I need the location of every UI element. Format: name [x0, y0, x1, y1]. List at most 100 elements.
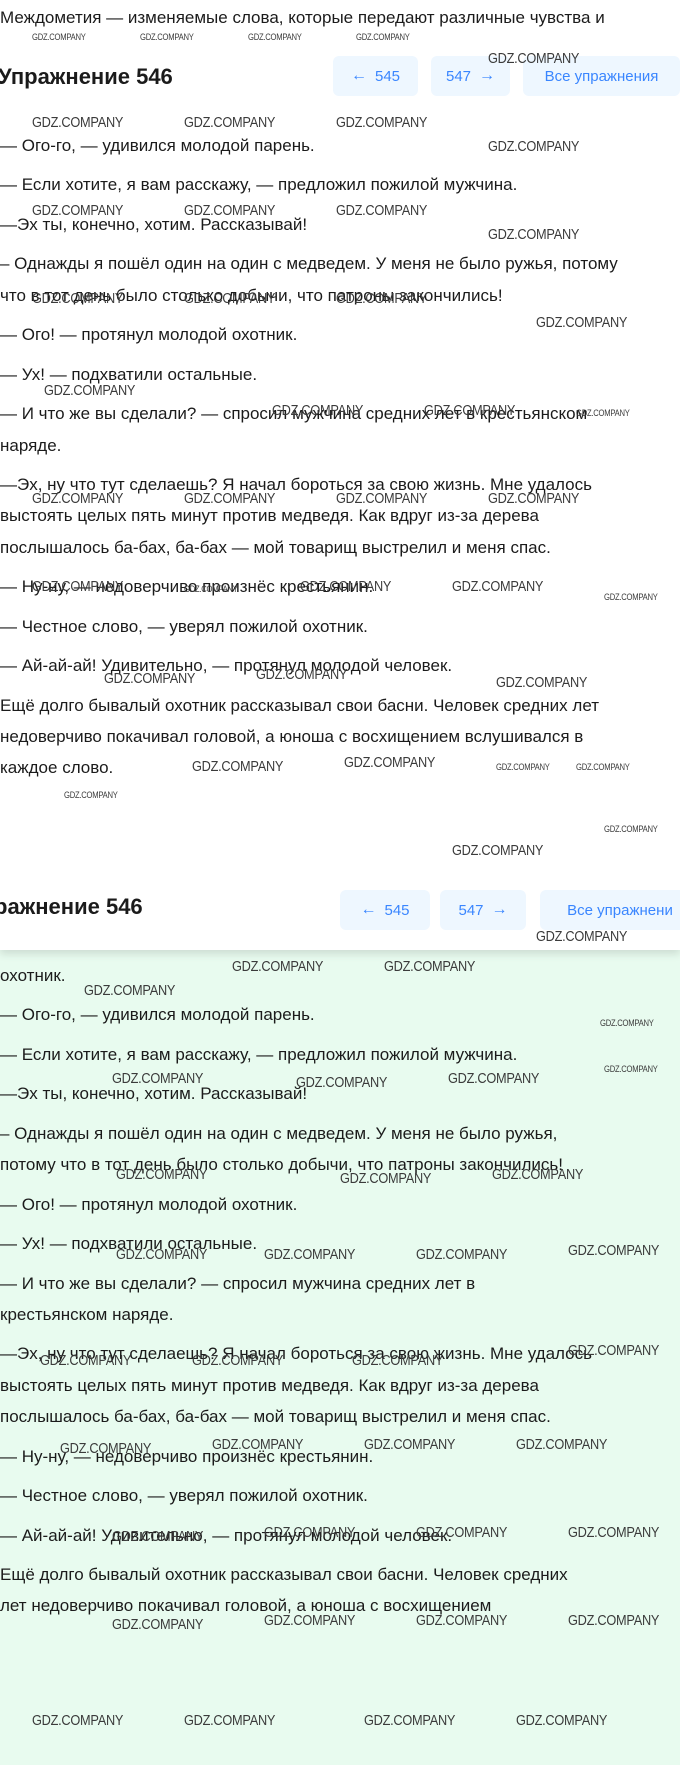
watermark: GDZ.COMPANY: [492, 1166, 584, 1183]
watermark: GDZ.COMPANY: [536, 314, 628, 331]
watermark: GDZ.COMPANY: [184, 114, 276, 131]
watermark: GDZ.COMPANY: [568, 1524, 660, 1541]
page-title: ражнение 546: [0, 894, 143, 919]
watermark: GDZ.COMPANY: [336, 490, 428, 507]
next-exercise-button[interactable]: 547 →: [440, 890, 526, 930]
watermark: GDZ.COMPANY: [488, 490, 580, 507]
watermark: GDZ.COMPANY: [184, 202, 276, 219]
watermark: GDZ.COMPANY: [336, 202, 428, 219]
text-line: — Честное слово, — уверял пожилой охотни…: [0, 616, 368, 636]
watermark: GDZ.COMPANY: [488, 50, 580, 67]
watermark: GDZ.COMPANY: [340, 1170, 432, 1187]
prev-exercise-button[interactable]: ← 545: [333, 56, 418, 96]
watermark: GDZ.COMPANY: [60, 1440, 152, 1457]
watermark: GDZ.COMPANY: [112, 1070, 204, 1087]
watermark: GDZ.COMPANY: [336, 290, 428, 307]
next-exercise-label: 547: [458, 901, 484, 919]
watermark: GDZ.COMPANY: [536, 928, 628, 945]
watermark: GDZ.COMPANY: [32, 202, 124, 219]
watermark: GDZ.COMPANY: [452, 842, 544, 859]
watermark: GDZ.COMPANY: [384, 958, 476, 975]
watermark: GDZ.COMPANY: [604, 824, 658, 834]
watermark: GDZ.COMPANY: [116, 1166, 208, 1183]
top-fragment: Междометия — изменяемые слова, которые п…: [0, 0, 680, 880]
watermark: GDZ.COMPANY: [336, 114, 428, 131]
watermark: GDZ.COMPANY: [64, 790, 118, 800]
prev-exercise-button[interactable]: ← 545: [340, 890, 430, 930]
watermark: GDZ.COMPANY: [344, 754, 436, 771]
watermark: GDZ.COMPANY: [300, 578, 392, 595]
watermark: GDZ.COMPANY: [296, 1074, 388, 1091]
all-exercises-label: Все упражнения: [544, 67, 659, 85]
watermark: GDZ.COMPANY: [264, 1524, 356, 1541]
watermark: GDZ.COMPANY: [416, 1246, 508, 1263]
all-exercises-button[interactable]: Все упражнени: [540, 890, 680, 930]
watermark: GDZ.COMPANY: [104, 670, 196, 687]
text-line: — Если хотите, я вам расскажу, — предлож…: [0, 175, 518, 195]
watermark: GDZ.COMPANY: [116, 1246, 208, 1263]
watermark: GDZ.COMPANY: [424, 402, 516, 419]
watermark: GDZ.COMPANY: [112, 1616, 204, 1633]
text-line: Ещё долго бывалый охотник рассказывал св…: [0, 695, 600, 715]
watermark: GDZ.COMPANY: [212, 1436, 304, 1453]
watermark: GDZ.COMPANY: [84, 982, 176, 999]
watermark: GDZ.COMPANY: [32, 290, 124, 307]
arrow-right-icon: →: [479, 67, 496, 84]
watermark: GDZ.COMPANY: [44, 382, 136, 399]
watermark: GDZ.COMPANY: [516, 1436, 608, 1453]
watermark: GDZ.COMPANY: [264, 1612, 356, 1629]
watermark: GDZ.COMPANY: [576, 408, 630, 418]
watermark: GDZ.COMPANY: [488, 138, 580, 155]
watermark: GDZ.COMPANY: [568, 1342, 660, 1359]
watermark: GDZ.COMPANY: [576, 762, 630, 772]
bottom-fragment: ражнение 546 ← 545 547 → Все упражнени о…: [0, 880, 680, 1765]
text-line: наряде.: [0, 435, 62, 455]
text-line: — Ого! — протянул молодой охотник.: [0, 1194, 298, 1214]
watermark: GDZ.COMPANY: [192, 1352, 284, 1369]
page-title: Упражнение 546: [0, 64, 173, 89]
watermark: GDZ.COMPANY: [232, 958, 324, 975]
watermark: GDZ.COMPANY: [248, 32, 302, 42]
watermark: GDZ.COMPANY: [352, 1352, 444, 1369]
watermark: GDZ.COMPANY: [604, 1064, 658, 1074]
watermark: GDZ.COMPANY: [32, 1712, 124, 1729]
text-line: крестьянском наряде.: [0, 1304, 174, 1324]
watermark: GDZ.COMPANY: [184, 584, 238, 594]
watermark: GDZ.COMPANY: [32, 32, 86, 42]
watermark: GDZ.COMPANY: [604, 592, 658, 602]
watermark: GDZ.COMPANY: [496, 674, 588, 691]
text-line: Ещё долго бывалый охотник рассказывал св…: [0, 1565, 568, 1584]
text-line: выстоять целых пять минут против медведя…: [0, 1375, 539, 1395]
text-line: — Честное слово, — уверял пожилой охотни…: [0, 1486, 368, 1506]
watermark: GDZ.COMPANY: [184, 490, 276, 507]
arrow-right-icon: →: [491, 901, 508, 918]
text-line: – Однажды я пошёл один на один с медведе…: [0, 1123, 558, 1143]
watermark: GDZ.COMPANY: [496, 762, 550, 772]
watermark: GDZ.COMPANY: [272, 402, 364, 419]
watermark: GDZ.COMPANY: [516, 1712, 608, 1729]
watermark: GDZ.COMPANY: [32, 490, 124, 507]
text-line: недоверчиво покачивал головой, а юноша с…: [0, 727, 584, 746]
watermark: GDZ.COMPANY: [32, 578, 124, 595]
watermark: GDZ.COMPANY: [364, 1712, 456, 1729]
next-exercise-label: 547: [445, 67, 472, 85]
watermark: GDZ.COMPANY: [356, 32, 410, 42]
watermark: GDZ.COMPANY: [488, 226, 580, 243]
text-line: послышалось ба-бах, ба-бах — мой товарищ…: [0, 1407, 551, 1427]
watermark: GDZ.COMPANY: [416, 1612, 508, 1629]
watermark: GDZ.COMPANY: [256, 666, 348, 683]
answer-text-bottom: охотник. — Ого-го, — удивился молодой па…: [0, 960, 680, 1622]
watermark: GDZ.COMPANY: [184, 1712, 276, 1729]
watermark: GDZ.COMPANY: [192, 758, 284, 775]
watermark: GDZ.COMPANY: [448, 1070, 540, 1087]
watermark: GDZ.COMPANY: [40, 1352, 132, 1369]
intro-line: Междометия — изменяемые слова, которые п…: [0, 8, 605, 27]
watermark: GDZ.COMPANY: [264, 1246, 356, 1263]
watermark: GDZ.COMPANY: [140, 32, 194, 42]
watermark: GDZ.COMPANY: [184, 290, 276, 307]
prev-exercise-label: 545: [384, 901, 410, 919]
text-line: послышалось ба-бах, ба-бах — мой товарищ…: [0, 537, 551, 557]
all-exercises-label: Все упражнени: [567, 901, 673, 919]
watermark: GDZ.COMPANY: [112, 1528, 204, 1545]
text-line: – Однажды я пошёл один на один с медведе…: [0, 254, 618, 274]
